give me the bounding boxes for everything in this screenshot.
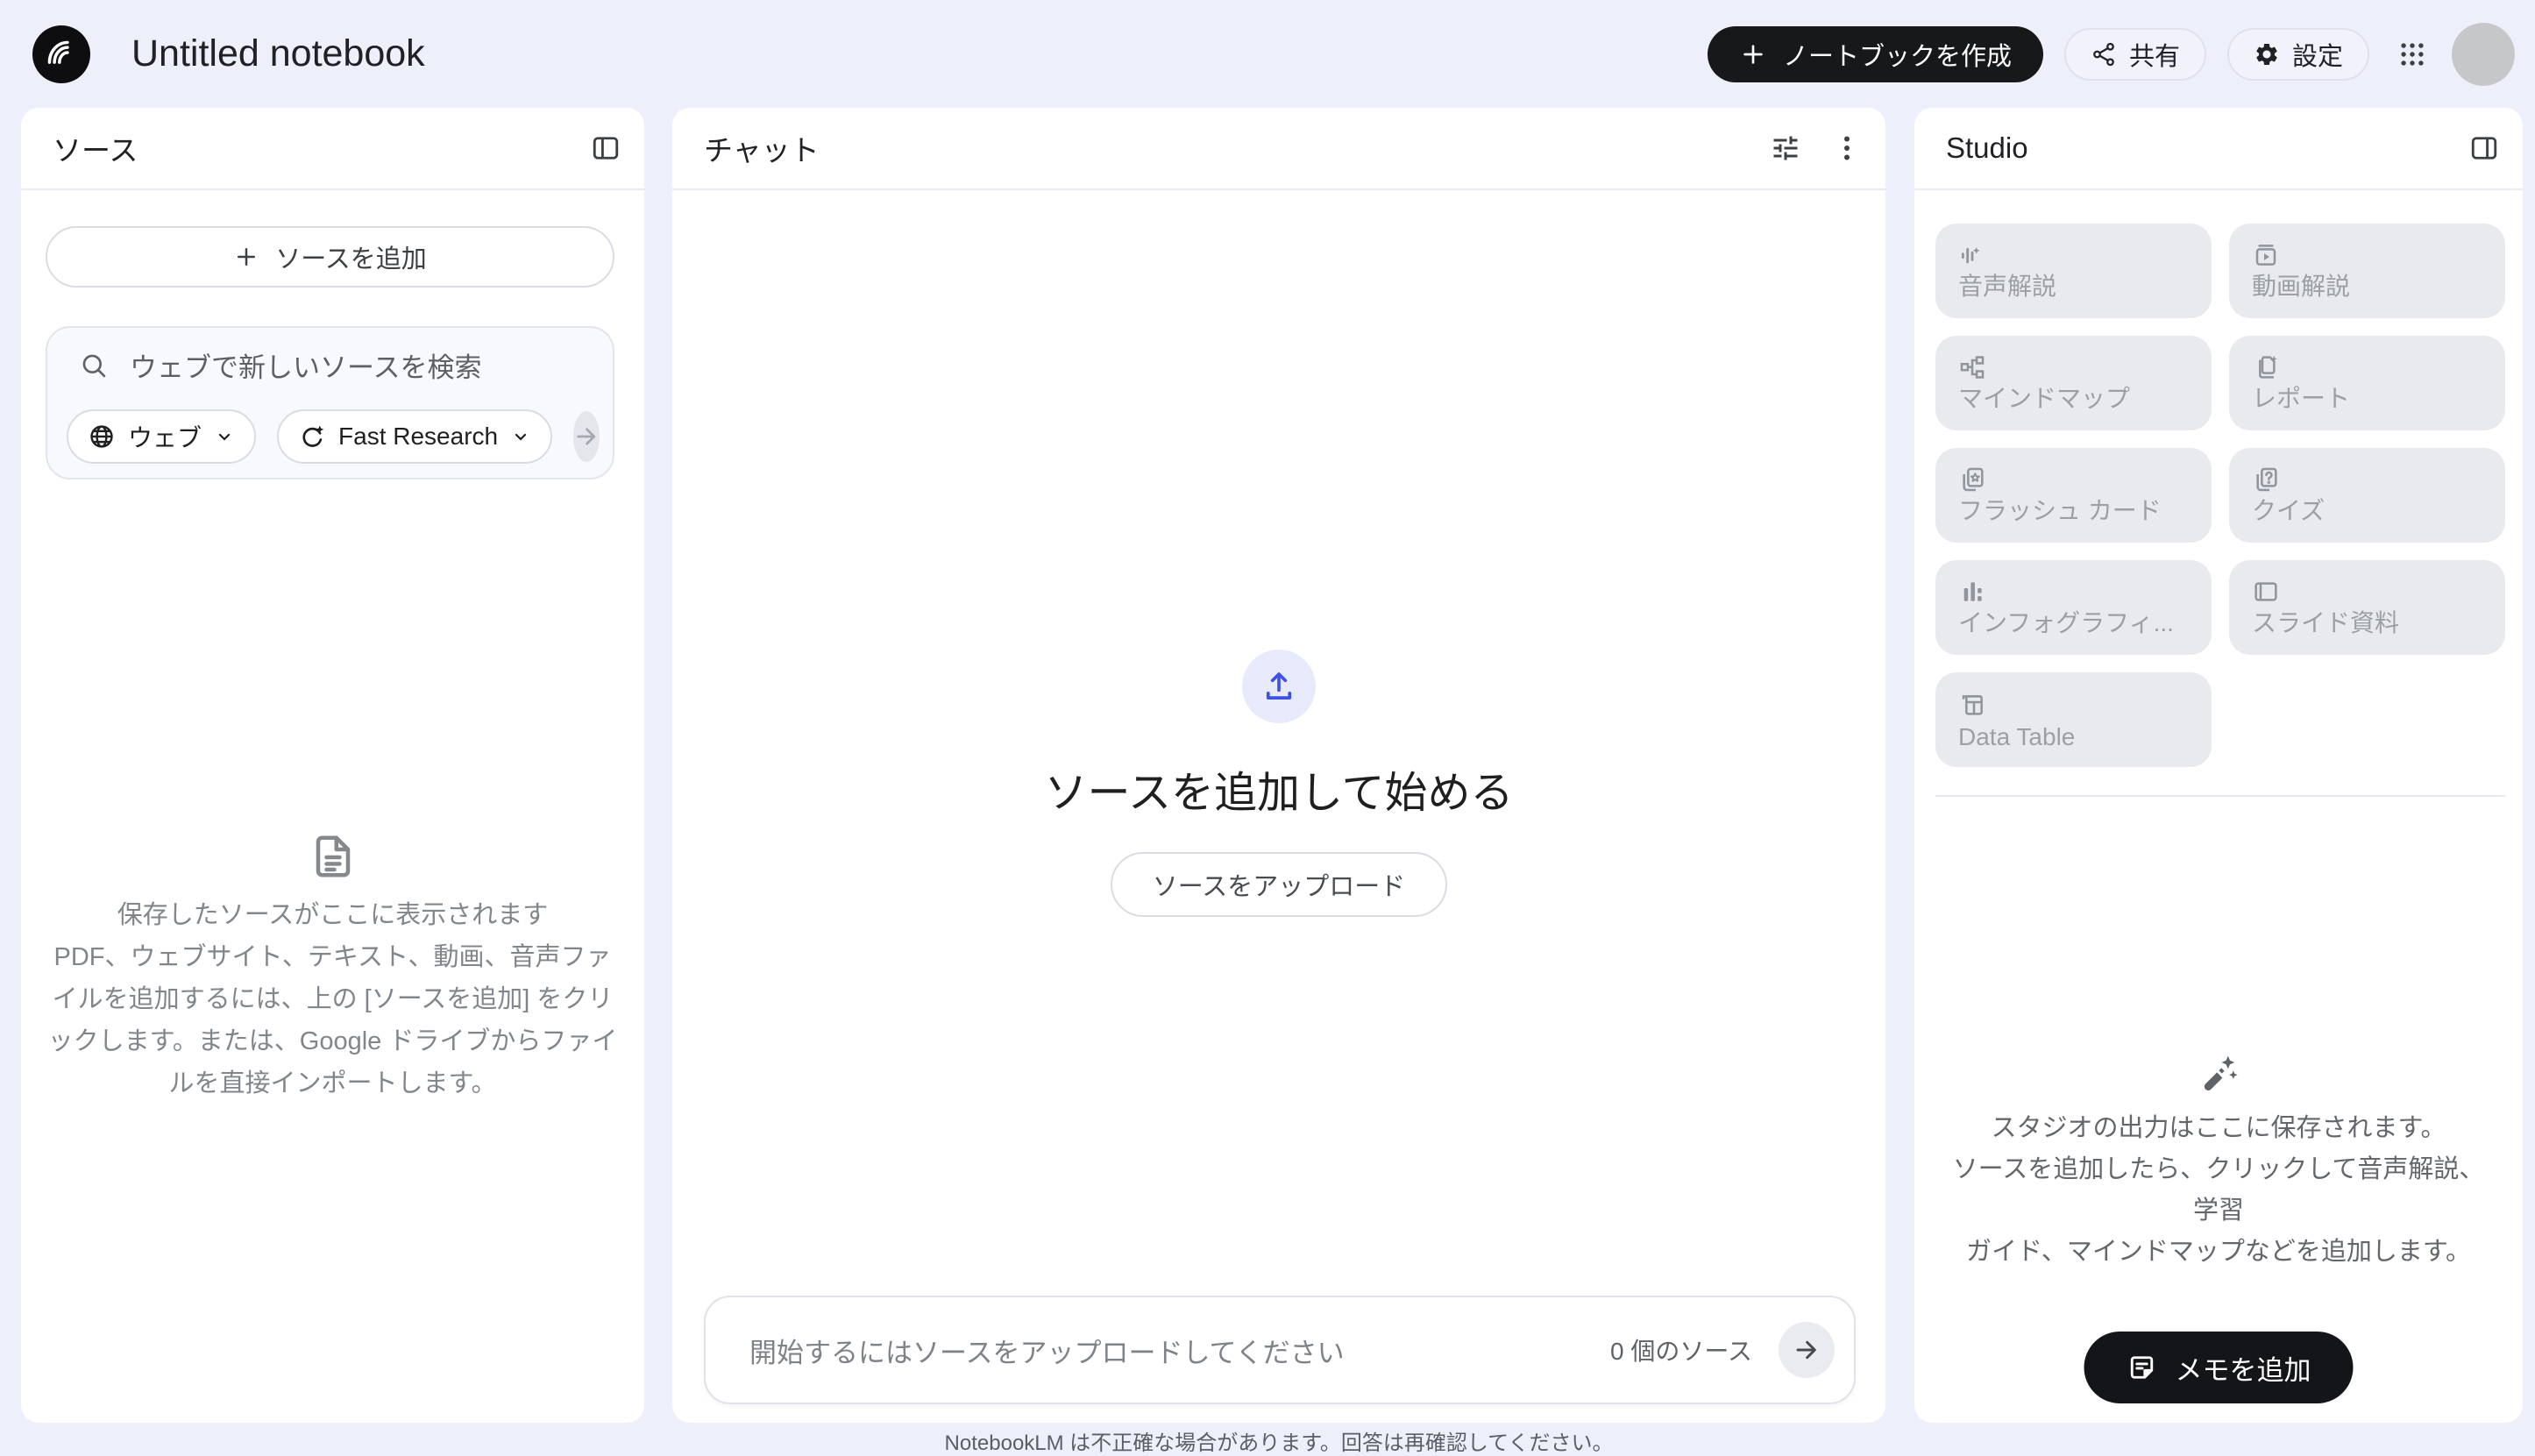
chat-panel-title: チャット: [704, 127, 820, 169]
fast-research-icon: [298, 423, 326, 451]
studio-card-slides[interactable]: スライド資料: [2229, 560, 2505, 655]
source-search-input[interactable]: ウェブで新しいソースを検索: [67, 345, 593, 385]
notebooklm-logo-icon[interactable]: [32, 25, 90, 83]
sources-empty-body: PDF、ウェブサイト、テキスト、動画、音声ファ イルを追加するには、上の [ソー…: [21, 936, 644, 1104]
avatar[interactable]: [2452, 23, 2515, 86]
upload-source-button[interactable]: ソースをアップロード: [1111, 852, 1448, 917]
chat-panel: チャット ソースを: [672, 108, 1885, 1423]
chat-settings-tune-icon[interactable]: [1770, 132, 1801, 164]
flashcards-icon: [1958, 465, 1986, 494]
share-icon: [2091, 41, 2117, 67]
plus-icon: [1739, 40, 1767, 68]
sources-panel: ソース ソースを追加 ウェブで新しいソースを検索: [21, 108, 644, 1423]
source-search-placeholder: ウェブで新しいソースを検索: [130, 345, 481, 385]
arrow-right-icon: [1793, 1336, 1821, 1364]
chat-more-kebab-icon[interactable]: [1831, 132, 1863, 164]
share-button[interactable]: 共有: [2064, 28, 2206, 81]
studio-panel-header: Studio: [1914, 108, 2523, 190]
sources-panel-header: ソース: [21, 108, 644, 190]
settings-button[interactable]: 設定: [2227, 28, 2369, 81]
chat-input[interactable]: 開始するにはソースをアップロードしてください: [749, 1331, 1345, 1370]
studio-divider: [1935, 795, 2505, 797]
arrow-right-icon: [573, 423, 600, 450]
studio-card-grid: 音声解説 動画解説: [1935, 224, 2505, 767]
chevron-down-icon: [510, 426, 531, 447]
research-mode-chip[interactable]: Fast Research: [277, 409, 552, 464]
studio-card-quiz[interactable]: クイズ: [2229, 448, 2505, 543]
studio-card-infographic[interactable]: インフォグラフィ...: [1935, 560, 2212, 655]
chat-send-button[interactable]: [1779, 1322, 1835, 1378]
add-note-button[interactable]: メモを追加: [2084, 1332, 2354, 1403]
plus-icon: [233, 244, 259, 270]
chat-empty-heading: ソースを追加して始める: [1044, 758, 1513, 820]
infographic-icon: [1958, 578, 1986, 606]
top-bar-actions: ノートブックを作成 共有 設定: [1708, 23, 2515, 86]
sources-empty-state: 保存したソースがここに表示されます PDF、ウェブサイト、テキスト、動画、音声フ…: [21, 830, 644, 1104]
studio-panel-title: Studio: [1946, 131, 2028, 165]
studio-card-mind-map[interactable]: マインドマップ: [1935, 336, 2212, 430]
document-icon: [307, 871, 359, 886]
upload-circle: [1242, 650, 1316, 723]
chat-empty-state: ソースを追加して始める ソースをアップロード: [672, 650, 1885, 917]
gear-icon: [2254, 41, 2280, 67]
create-notebook-button[interactable]: ノートブックを作成: [1708, 26, 2043, 82]
web-source-search-card: ウェブで新しいソースを検索 ウェブ F: [46, 326, 614, 479]
globe-icon: [88, 423, 116, 451]
search-submit-button[interactable]: [573, 411, 600, 462]
quiz-icon: [2252, 465, 2280, 494]
collapse-studio-panel-icon[interactable]: [2468, 132, 2500, 164]
chat-input-bar: 開始するにはソースをアップロードしてください 0 個のソース: [704, 1296, 1856, 1404]
video-overview-icon: [2252, 241, 2280, 269]
studio-empty-text: スタジオの出力はここに保存されます。 ソースを追加したら、クリックして音声解説、…: [1941, 1108, 2496, 1273]
source-search-options: ウェブ Fast Research: [67, 409, 593, 464]
studio-card-report[interactable]: レポート: [2229, 336, 2505, 430]
web-scope-chip[interactable]: ウェブ: [67, 409, 256, 464]
sources-panel-title: ソース: [53, 127, 138, 169]
note-icon: [2127, 1352, 2158, 1383]
add-source-button[interactable]: ソースを追加: [46, 226, 614, 288]
collapse-sources-panel-icon[interactable]: [590, 132, 621, 164]
data-table-icon: [1958, 690, 1986, 718]
studio-card-data-table[interactable]: Data Table: [1935, 672, 2212, 767]
magic-wand-icon: [2198, 1083, 2240, 1098]
source-count-badge: 0 個のソース: [1610, 1332, 1752, 1367]
studio-empty-state: スタジオの出力はここに保存されます。 ソースを追加したら、クリックして音声解説、…: [1941, 1053, 2496, 1273]
report-icon: [2252, 353, 2280, 381]
studio-card-video-overview[interactable]: 動画解説: [2229, 224, 2505, 318]
slides-icon: [2252, 578, 2280, 606]
top-bar: Untitled notebook ノートブックを作成 共有 設定: [0, 0, 2535, 108]
studio-card-audio-overview[interactable]: 音声解説: [1935, 224, 2212, 318]
audio-overview-icon: [1958, 241, 1986, 269]
mind-map-icon: [1958, 353, 1986, 381]
studio-card-flashcards[interactable]: フラッシュ カード: [1935, 448, 2212, 543]
upload-icon: [1260, 668, 1297, 705]
studio-panel: Studio 音声解説: [1914, 108, 2523, 1423]
notebook-title[interactable]: Untitled notebook: [131, 32, 425, 75]
chat-panel-header: チャット: [672, 108, 1885, 190]
search-icon: [79, 351, 109, 380]
notebooklm-app: Untitled notebook ノートブックを作成 共有 設定: [0, 0, 2535, 1452]
google-apps-icon[interactable]: [2392, 34, 2432, 75]
chevron-down-icon: [214, 426, 235, 447]
sources-empty-title: 保存したソースがここに表示されます: [21, 894, 644, 936]
